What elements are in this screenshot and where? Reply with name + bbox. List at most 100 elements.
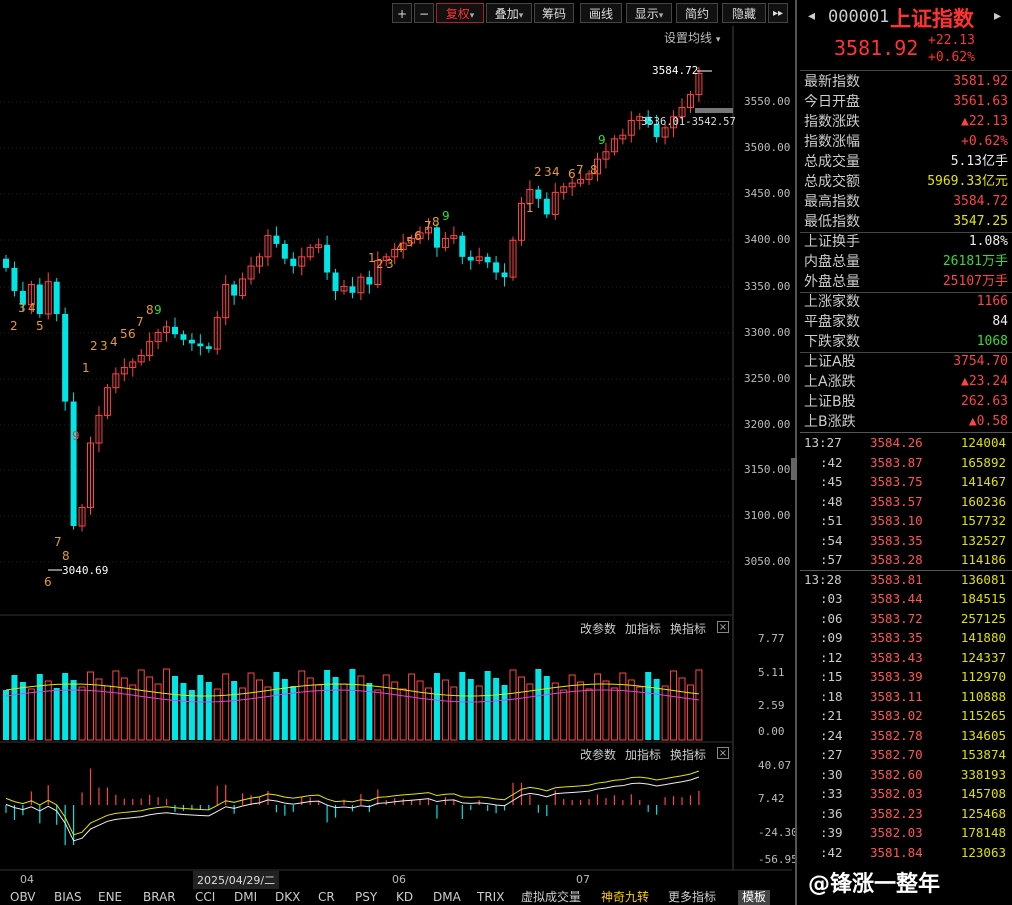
volume-bar-up xyxy=(416,680,424,741)
indicator-tab[interactable]: 更多指标 xyxy=(668,890,716,905)
indicator-tab[interactable]: DKX xyxy=(275,890,300,905)
candle-down xyxy=(349,286,356,293)
quote-value: 3754.70 xyxy=(953,354,1008,369)
candle-down xyxy=(273,235,280,244)
candle-down xyxy=(459,235,466,257)
candle-down xyxy=(205,346,212,350)
indicator-tab[interactable]: 模板 xyxy=(738,890,771,905)
td-count-label: 8 xyxy=(432,215,440,229)
volume-bar-up xyxy=(357,675,365,741)
tick-time: 13:28 xyxy=(804,571,842,587)
volume-bar-up xyxy=(27,688,35,741)
tick-row: :09 3583.35 141880 xyxy=(804,628,1010,648)
tick-time: :18 xyxy=(820,688,843,704)
indicator-tab[interactable]: TRIX xyxy=(477,890,504,905)
ind1-gaicanshu-button[interactable]: 改参数 xyxy=(580,620,616,637)
quote-row: 平盘家数 84 xyxy=(804,312,1010,332)
volume-bar-up xyxy=(222,673,230,741)
indicator-tab[interactable]: BRAR xyxy=(143,890,176,905)
volume-bar-down xyxy=(3,690,9,740)
quote-value: 3581.92 xyxy=(953,74,1008,89)
prev-stock-icon[interactable]: ◂ xyxy=(808,8,815,24)
tick-row: :21 3583.02 115265 xyxy=(804,706,1010,726)
ind1-huanzhibiao-button[interactable]: 换指标 xyxy=(670,620,706,637)
td-count-label: 3 xyxy=(100,339,108,353)
indicator-tab[interactable]: BIAS xyxy=(54,890,82,905)
volume-bar-down xyxy=(493,678,500,740)
indicator-tab[interactable]: PSY xyxy=(355,890,377,905)
indicator-tab[interactable]: DMI xyxy=(234,890,257,905)
indicator-tab[interactable]: 虚拟成交量 xyxy=(521,890,581,905)
ind2-tick-label: 7.42 xyxy=(758,792,785,805)
volume-bar-up xyxy=(213,688,221,741)
volume-bar-up xyxy=(670,670,678,741)
quote-row: 最高指数 3584.72 xyxy=(804,192,1010,212)
ind1-jiazhibiao-button[interactable]: 加指标 xyxy=(625,620,661,637)
tick-time: :42 xyxy=(820,844,843,860)
candle-down xyxy=(332,272,339,291)
volume-bar-up xyxy=(239,687,247,741)
indicator-tab[interactable]: CCI xyxy=(195,890,215,905)
volume-bar-up xyxy=(619,672,627,741)
td-count-label: 9 xyxy=(442,209,450,223)
quote-key: 总成交额 xyxy=(804,174,860,190)
indicator-tab[interactable]: 神奇九转 xyxy=(601,890,649,905)
volume-bar-down xyxy=(543,676,550,740)
td-count-label: 2 xyxy=(90,339,98,353)
td-count-label: 2 xyxy=(10,319,18,333)
ind2-huanzhibiao-button[interactable]: 换指标 xyxy=(670,746,706,763)
tick-row: :27 3582.70 153874 xyxy=(804,745,1010,765)
volume-bar-up xyxy=(315,684,323,741)
indicator-tab[interactable]: OBV xyxy=(10,890,36,905)
tick-time: :03 xyxy=(820,591,843,606)
next-stock-icon[interactable]: ▸ xyxy=(994,8,1001,24)
quote-value: 3547.25 xyxy=(953,214,1008,229)
tick-row: :24 3582.78 134605 xyxy=(804,726,1010,746)
quote-row: 上B涨跌 ▲0.58 xyxy=(804,412,1010,432)
indicator-tab[interactable]: ENE xyxy=(98,890,122,905)
ind2-jiazhibiao-button[interactable]: 加指标 xyxy=(625,746,661,763)
price-tick-label: 3300.00 xyxy=(744,326,791,339)
ind1-tick-label: 5.11 xyxy=(758,666,785,679)
watermark: @锋涨一整年 xyxy=(808,872,941,897)
td-count-label: 6 xyxy=(128,327,136,341)
td-count-label: 9 xyxy=(154,303,162,317)
candle-down xyxy=(11,267,18,291)
tick-price: 3581.84 xyxy=(870,844,923,860)
ind1-tick-label: 7.77 xyxy=(758,632,785,645)
candle-down xyxy=(36,284,43,314)
volume-bar-up xyxy=(517,676,525,741)
tick-time: :24 xyxy=(820,727,843,743)
indicator-tab[interactable]: DMA xyxy=(433,890,461,905)
tick-time: :54 xyxy=(820,532,843,548)
tick-time: :36 xyxy=(820,805,843,821)
tick-time: :12 xyxy=(820,649,843,665)
tick-row: :57 3583.28 114186 xyxy=(804,550,1010,570)
tick-row: 13:27 3584.26 124004 xyxy=(804,433,1010,453)
ind2-gaicanshu-button[interactable]: 改参数 xyxy=(580,746,616,763)
tick-volume: 125468 xyxy=(960,805,1006,821)
quote-row: 外盘总量 25107万手 xyxy=(804,272,1010,292)
tick-row: :42 3581.84 123063 xyxy=(804,843,1010,863)
volume-bar-up xyxy=(610,687,618,741)
volume-bar-up xyxy=(146,676,154,741)
tick-time: :09 xyxy=(820,630,843,645)
chart-canvas: 23 45678912 3 45 678 91 2 34 5 67 8 912 3 4 6 7 89 3584.… xyxy=(0,26,792,871)
volume-bar-up xyxy=(408,673,416,741)
tick-volume: 141467 xyxy=(960,474,1006,489)
indicator-tab[interactable]: CR xyxy=(318,890,335,905)
quote-divider xyxy=(800,70,1012,71)
last-price: 3581.92 xyxy=(834,36,919,60)
tick-time: :21 xyxy=(820,708,843,723)
td-count-label: 6 xyxy=(568,167,576,181)
ind1-close-icon[interactable]: × xyxy=(717,621,729,633)
tick-volume: 338193 xyxy=(960,766,1006,782)
x-label-04: 04 xyxy=(20,873,34,886)
sidebar-toggle-icon[interactable] xyxy=(791,458,797,480)
tick-price: 3582.23 xyxy=(870,805,923,821)
candle-down xyxy=(366,277,373,285)
ind2-close-icon[interactable]: × xyxy=(717,747,729,759)
td-count-label: 8 xyxy=(590,163,598,177)
volume-bar-up xyxy=(441,679,449,741)
indicator-tab[interactable]: KD xyxy=(396,890,413,905)
